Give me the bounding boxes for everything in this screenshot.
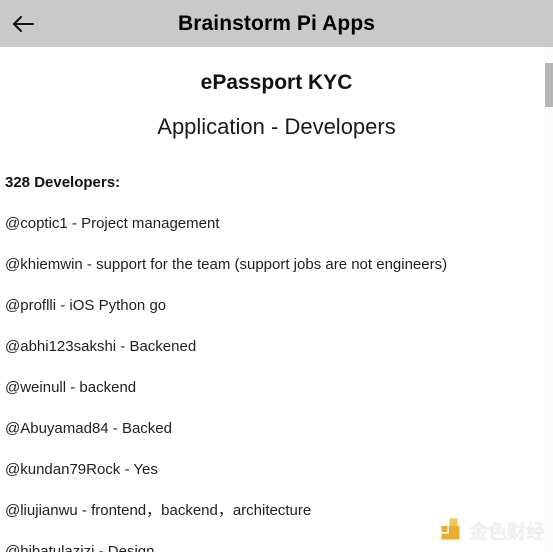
list-item: @khiemwin - support for the team (suppor… xyxy=(5,256,448,273)
list-item: @kundan79Rock - Yes xyxy=(5,461,158,478)
document-subtitle: Application - Developers xyxy=(157,114,396,139)
list-item: @liujianwu - frontend，backend，architectu… xyxy=(5,502,312,519)
list-item: @proflli - iOS Python go xyxy=(5,297,167,314)
list-item: @coptic1 - Project management xyxy=(5,215,220,232)
list-item: @hibatulazizi - Design xyxy=(5,543,155,552)
document-title: ePassport KYC xyxy=(200,71,353,94)
scrollbar-thumb[interactable] xyxy=(545,63,553,107)
list-item: @Abuyamad84 - Backed xyxy=(5,420,172,437)
list-item: @abhi123sakshi - Backened xyxy=(5,338,197,355)
app-bar: Brainstorm Pi Apps xyxy=(0,0,553,47)
list-item: @weinull - backend xyxy=(5,379,137,396)
back-button[interactable] xyxy=(0,0,46,47)
arrow-left-icon xyxy=(10,11,36,37)
scroll-content[interactable]: ePassport KYC Application - Developers 3… xyxy=(0,47,553,552)
app-bar-title: Brainstorm Pi Apps xyxy=(177,12,376,35)
developers-heading: 328 Developers: xyxy=(5,174,121,191)
scrollbar-track[interactable] xyxy=(544,47,553,552)
developers-list: @coptic1 - Project management @khiemwin … xyxy=(0,214,553,552)
